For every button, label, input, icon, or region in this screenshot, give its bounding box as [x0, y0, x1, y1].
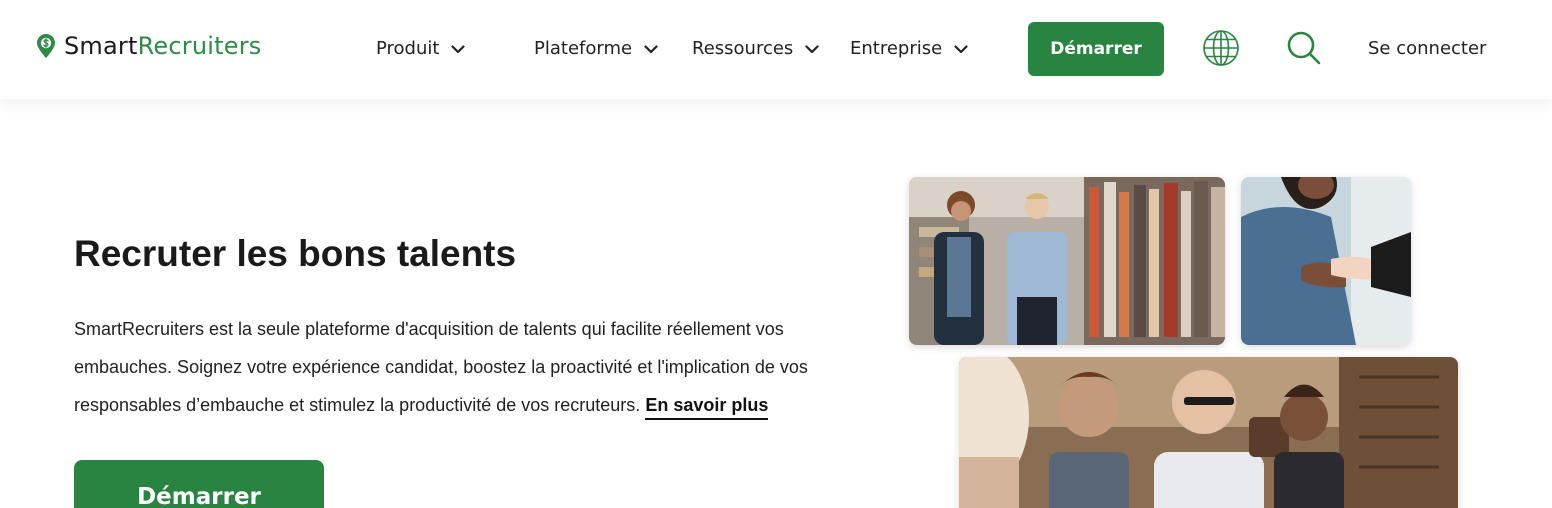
handshake-photo — [1241, 177, 1411, 345]
nav-item-label: Entreprise — [850, 38, 943, 59]
store-employees-photo — [909, 177, 1225, 345]
logo-wordmark-smart: Smart — [64, 32, 138, 60]
demarrer-header-button[interactable]: Démarrer — [1028, 22, 1164, 76]
team-meeting-photo — [959, 357, 1458, 508]
chevron-down-icon — [805, 44, 819, 53]
nav-item-label: Ressources — [692, 38, 794, 59]
nav-item-label: Produit — [376, 38, 440, 59]
logo-pin-icon — [37, 34, 55, 58]
nav-item-produit[interactable]: Produit — [376, 37, 466, 61]
hero-description: SmartRecruiters est la seule plateforme … — [74, 310, 864, 424]
globe-icon[interactable] — [1202, 29, 1240, 67]
login-link[interactable]: Se connecter — [1368, 37, 1486, 61]
en-savoir-plus-link[interactable]: En savoir plus — [645, 395, 769, 420]
smartrecruiters-logo[interactable]: SmartRecruiters — [36, 33, 261, 59]
demarrer-hero-button[interactable]: Démarrer — [74, 460, 324, 508]
logo-wordmark: SmartRecruiters — [64, 34, 261, 58]
logo-wordmark-recruiters: Recruiters — [137, 32, 262, 60]
chevron-down-icon — [954, 44, 968, 53]
search-icon[interactable] — [1286, 30, 1322, 66]
chevron-down-icon — [644, 44, 658, 53]
site-header: SmartRecruiters Produit Plateforme Resso… — [0, 0, 1552, 99]
chevron-down-icon — [451, 44, 466, 53]
nav-item-plateforme[interactable]: Plateforme — [534, 37, 658, 61]
nav-item-ressources[interactable]: Ressources — [692, 37, 819, 61]
nav-item-entreprise[interactable]: Entreprise — [850, 37, 968, 61]
hero-title: Recruter les bons talents — [74, 233, 517, 274]
nav-item-label: Plateforme — [534, 38, 633, 59]
